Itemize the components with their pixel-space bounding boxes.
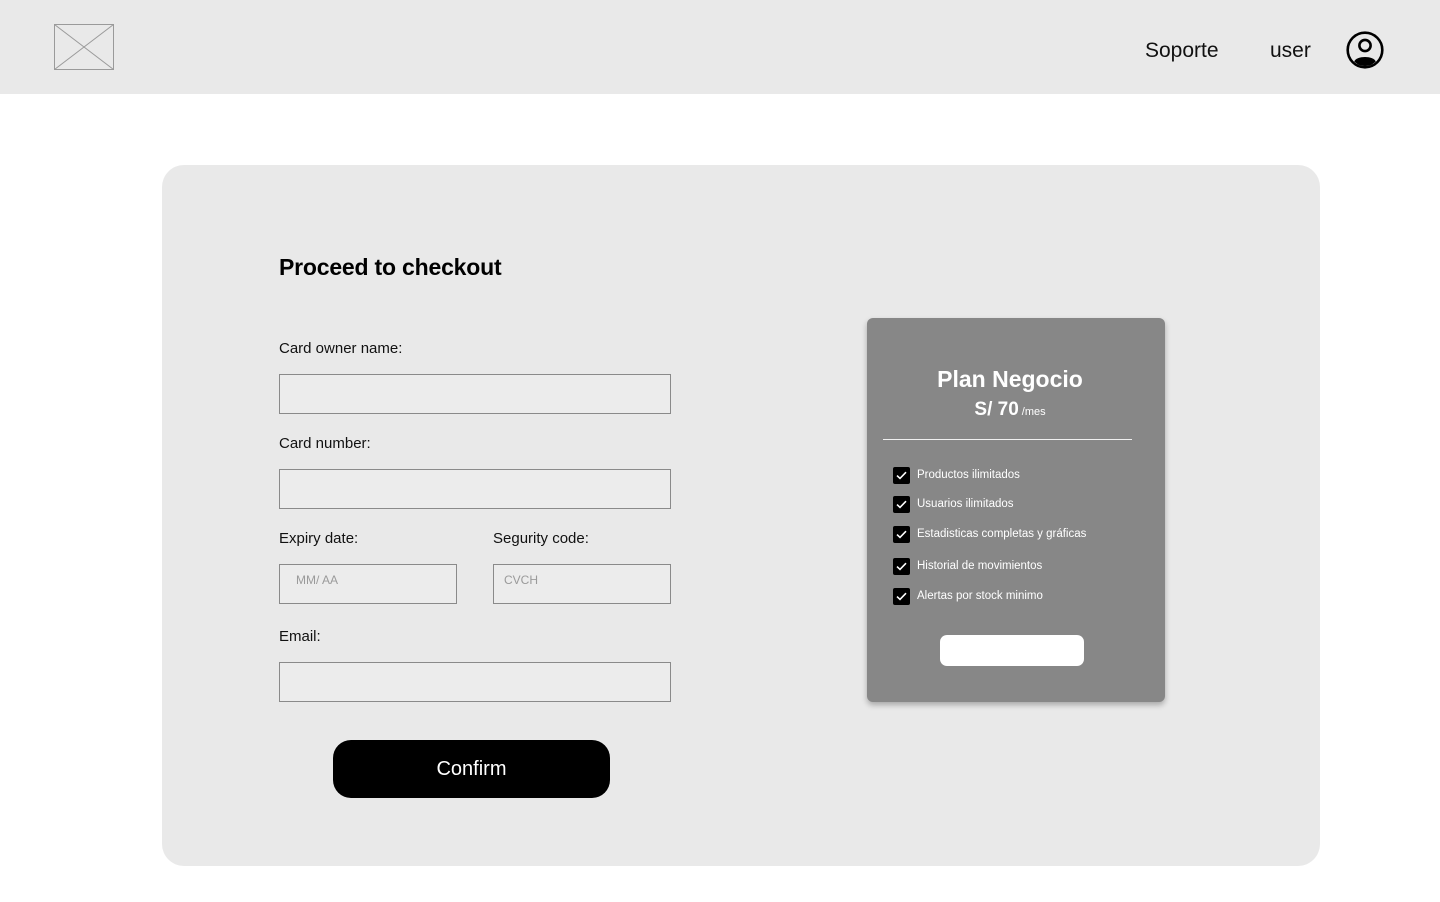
card-owner-label: Card owner name: [279, 340, 403, 357]
checkbox-checked-icon [893, 466, 910, 484]
plan-price-row: S/ 70/mes [867, 399, 1153, 421]
nav-user-link[interactable]: user [1270, 38, 1311, 64]
plan-feature-label: Usuarios ilimitados [917, 498, 1014, 510]
image-placeholder-icon[interactable] [54, 24, 114, 70]
plan-feature-item: Historial de movimientos [893, 557, 1042, 575]
user-circle-icon[interactable] [1346, 31, 1384, 69]
expiry-date-input[interactable] [279, 564, 457, 604]
plan-feature-label: Productos ilimitados [917, 469, 1020, 481]
page-title: Proceed to checkout [279, 254, 502, 280]
plan-feature-item: Productos ilimitados [893, 466, 1020, 484]
security-code-label: Segurity code: [493, 530, 589, 547]
plan-feature-label: Alertas por stock minimo [917, 590, 1043, 602]
email-input[interactable] [279, 662, 671, 702]
top-header: Soporte user [0, 0, 1440, 94]
card-number-label: Card number: [279, 435, 371, 452]
card-owner-input[interactable] [279, 374, 671, 414]
plan-feature-item: Estadisticas completas y gráficas [893, 525, 1086, 543]
plan-feature-item: Alertas por stock minimo [893, 587, 1043, 605]
plan-period: /mes [1021, 406, 1046, 418]
checkbox-checked-icon [893, 587, 910, 605]
checkbox-checked-icon [893, 557, 910, 575]
checkbox-checked-icon [893, 495, 910, 513]
checkbox-checked-icon [893, 525, 910, 543]
confirm-button[interactable]: Confirm [333, 740, 610, 798]
plan-divider [883, 439, 1132, 440]
nav-soporte-link[interactable]: Soporte [1145, 38, 1219, 64]
email-label: Email: [279, 628, 321, 645]
plan-card: Plan Negocio S/ 70/mes Productos ilimita… [867, 318, 1165, 702]
plan-feature-label: Estadisticas completas y gráficas [917, 528, 1087, 540]
security-code-input[interactable] [493, 564, 671, 604]
card-number-input[interactable] [279, 469, 671, 509]
checkout-card: Proceed to checkout Card owner name: Car… [162, 165, 1320, 866]
plan-name: Plan Negocio [937, 366, 1083, 392]
expiry-date-label: Expiry date: [279, 530, 359, 547]
plan-price: S/ 70 [974, 399, 1019, 420]
plan-feature-item: Usuarios ilimitados [893, 495, 1014, 513]
plan-select-button[interactable] [940, 635, 1084, 666]
plan-feature-label: Historial de movimientos [917, 560, 1043, 572]
